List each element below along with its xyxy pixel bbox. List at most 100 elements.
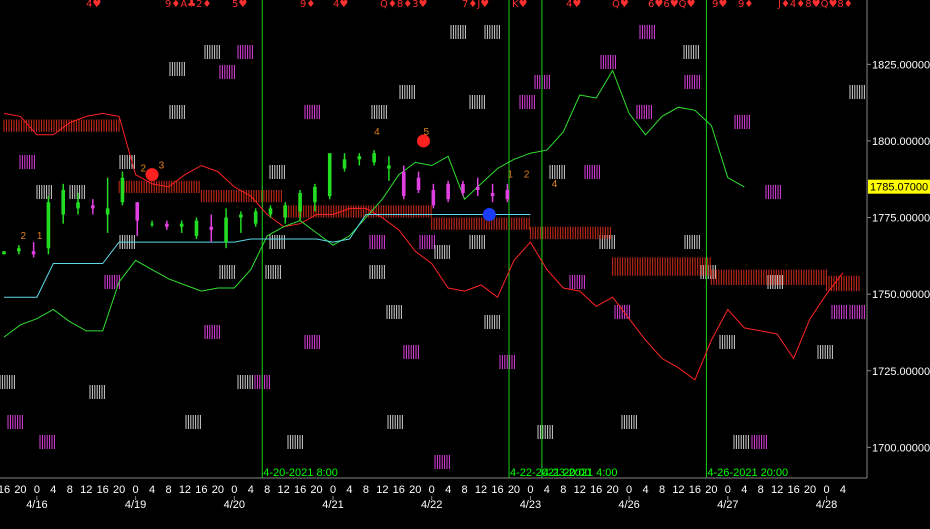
count-label: 2: [524, 170, 530, 181]
card-label: 6♥6♥Q♥: [648, 0, 696, 10]
hatch-block: [69, 185, 85, 199]
candle-body: [357, 156, 362, 160]
card-label: K♥: [512, 0, 528, 10]
chart-background: [0, 0, 930, 529]
candle-body: [490, 193, 495, 197]
card-label: 7♦J♥: [462, 0, 489, 10]
hatch-block: [169, 105, 185, 119]
candle-body: [268, 208, 273, 215]
x-hour-label: 0: [725, 484, 731, 496]
hatch-block: [287, 435, 303, 449]
x-hour-label: 16: [0, 484, 10, 496]
y-tick-label: 1800.00000: [872, 136, 930, 148]
candle-body: [209, 226, 214, 230]
hatch-block: [849, 305, 865, 319]
x-hour-label: 12: [278, 484, 290, 496]
hatch-block: [683, 45, 699, 59]
hatch-block: [499, 355, 515, 369]
x-hour-label: 16: [195, 484, 207, 496]
hatch-block: [89, 385, 105, 399]
x-date-label: 4/20: [224, 499, 245, 511]
x-hour-label: 0: [823, 484, 829, 496]
x-hour-label: 8: [758, 484, 764, 496]
candle-body: [46, 202, 51, 249]
hatch-block: [484, 315, 500, 329]
hatch-block: [450, 25, 466, 39]
chart-svg: 4-20-2021 8:00 4-22-2021 20:004-23-2021 4…: [0, 0, 930, 529]
hatch-block: [237, 45, 253, 59]
hatch-block: [684, 235, 700, 249]
hatch-block: [403, 345, 419, 359]
candle-body: [135, 202, 140, 221]
candle-body: [150, 223, 154, 225]
x-hour-label: 20: [508, 484, 520, 496]
hatch-block: [719, 335, 735, 349]
x-hour-label: 12: [179, 484, 191, 496]
x-hour-label: 4: [741, 484, 747, 496]
x-hour-label: 0: [330, 484, 336, 496]
hatch-block: [304, 105, 320, 119]
hatch-block: [584, 165, 600, 179]
hatch-block: [265, 265, 281, 279]
candle-body: [165, 223, 169, 227]
x-hour-label: 20: [14, 484, 26, 496]
candle-body: [91, 205, 95, 209]
candle-body: [372, 153, 376, 163]
candle-body: [253, 211, 258, 224]
candle-body: [61, 189, 66, 215]
hatch-block: [204, 325, 220, 339]
card-label: 5♥: [232, 0, 247, 10]
hatch-block: [269, 235, 285, 249]
candle-body: [327, 153, 332, 197]
candle-body: [416, 177, 421, 190]
y-tick-label: 1725.00000: [872, 366, 930, 378]
count-label: 3: [159, 161, 165, 172]
candle-body: [76, 202, 80, 209]
candle: [194, 217, 199, 239]
x-date-label: 4/22: [421, 499, 442, 511]
hatch-block: [600, 55, 616, 69]
hatch-block: [434, 245, 450, 259]
candle-body: [283, 205, 288, 218]
x-date-label: 4/21: [322, 499, 343, 511]
x-hour-label: 4: [346, 484, 352, 496]
count-label: 1: [507, 170, 513, 181]
card-label: 9♦: [300, 0, 315, 10]
hatch-block: [733, 435, 749, 449]
hatch-block: [569, 275, 585, 289]
x-hour-label: 16: [294, 484, 306, 496]
hatch-block: [434, 455, 450, 469]
hatch-block: [185, 415, 201, 429]
hatch-block: [386, 305, 402, 319]
candle-body: [461, 183, 465, 194]
count-label: 4: [552, 179, 558, 190]
candle-body: [342, 159, 347, 169]
x-hour-label: 8: [560, 484, 566, 496]
x-hour-label: 12: [475, 484, 487, 496]
session-label: 4-20-2021 8:00: [263, 467, 338, 479]
signal-dot: [416, 134, 430, 148]
hatch-block: [387, 415, 403, 429]
hatch-block: [219, 65, 235, 79]
hatch-block: [304, 335, 320, 349]
candle-body: [194, 220, 199, 236]
x-hour-label: 0: [231, 484, 237, 496]
x-date-label: 4/19: [125, 499, 146, 511]
cloud-band: [3, 119, 120, 132]
hatch-block: [849, 85, 865, 99]
hatch-block: [831, 305, 847, 319]
candle-body: [475, 186, 480, 190]
x-date-label: 4/28: [816, 499, 837, 511]
x-hour-label: 4: [445, 484, 451, 496]
candle-body: [446, 183, 450, 200]
hatch-block: [469, 95, 485, 109]
x-hour-label: 20: [212, 484, 224, 496]
x-hour-label: 12: [771, 484, 783, 496]
x-hour-label: 4: [642, 484, 648, 496]
candle: [46, 196, 51, 255]
x-hour-label: 16: [689, 484, 701, 496]
candle-body: [401, 171, 406, 197]
hatch-block: [0, 375, 15, 389]
x-hour-label: 0: [626, 484, 632, 496]
candle-body: [31, 251, 36, 255]
